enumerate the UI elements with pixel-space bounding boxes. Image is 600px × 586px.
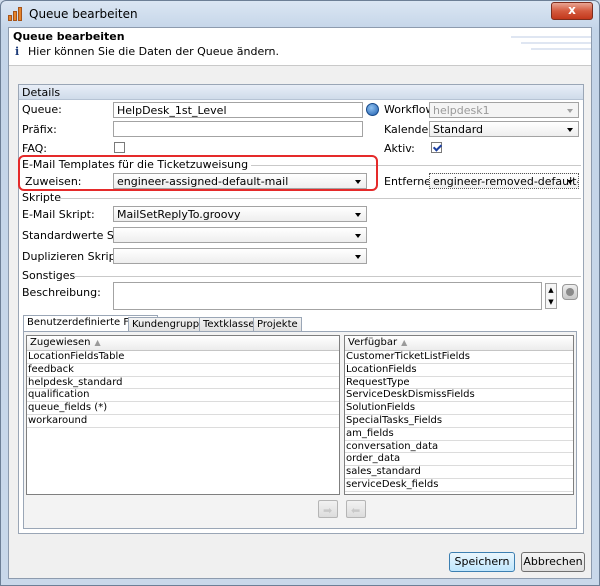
list-item[interactable]: SpecialTasks_Fields (345, 415, 573, 428)
list-item[interactable]: am_fields (345, 428, 573, 441)
faq-label: FAQ: (22, 142, 48, 155)
sort-arrow-icon: ▲ (401, 338, 408, 347)
description-label: Beschreibung: (22, 286, 101, 299)
empty-row (27, 428, 339, 441)
scripts-title: Skripte (22, 191, 61, 204)
details-title: Details (22, 86, 61, 99)
description-textarea[interactable] (113, 282, 542, 310)
empty-row (27, 453, 339, 466)
scroll-up-icon[interactable]: ▲ (546, 284, 556, 296)
separator (74, 276, 581, 277)
email-script-select[interactable]: MailSetReplyTo.groovy (113, 206, 367, 222)
close-button[interactable]: x (551, 2, 593, 20)
chevron-down-icon (355, 234, 361, 238)
active-label: Aktiv: (384, 142, 415, 155)
arrow-left-icon: ⬅ (351, 504, 361, 517)
assign-label: Zuweisen: (25, 175, 82, 188)
tab-projects[interactable]: Projekte (253, 317, 302, 332)
list-item[interactable]: queue_fields (*) (27, 402, 339, 415)
assigned-list[interactable]: Zugewiesen ▲ LocationFieldsTable feedback h… (26, 335, 340, 495)
remove-template-select[interactable]: engineer-removed-default-mail (429, 173, 579, 189)
header-decoration (521, 42, 591, 44)
description-edit-button[interactable] (562, 284, 578, 300)
list-item[interactable]: serviceDesk_fields (345, 479, 573, 492)
empty-row (27, 479, 339, 492)
list-item[interactable]: CustomerTicketListFields (345, 351, 573, 364)
list-item[interactable]: order_data (345, 453, 573, 467)
chevron-down-icon (355, 255, 361, 259)
prefix-input[interactable] (113, 121, 363, 137)
queue-label: Queue: (22, 103, 62, 116)
title-bar[interactable]: Queue bearbeiten x (1, 1, 599, 27)
calendar-select[interactable]: Standard (429, 121, 579, 137)
sort-arrow-icon: ▲ (94, 338, 101, 347)
details-header: Details (19, 85, 583, 100)
list-item[interactable]: sales_standard (345, 466, 573, 479)
dialog-body: Queue bearbeiten i Hier können Sie die D… (8, 27, 592, 579)
cancel-button[interactable]: Abbrechen (521, 552, 585, 572)
list-item[interactable]: conversation_data (345, 441, 573, 454)
list-item[interactable]: feedback (27, 364, 339, 377)
globe-icon[interactable] (366, 103, 379, 116)
window-title: Queue bearbeiten (29, 7, 138, 21)
arrow-right-icon: ➡ (323, 504, 333, 517)
scroll-down-icon[interactable]: ▼ (546, 296, 556, 308)
info-icon: i (15, 45, 20, 58)
empty-row (27, 466, 339, 479)
list-item[interactable]: qualification (27, 389, 339, 403)
email-script-label: E-Mail Skript: (22, 208, 95, 221)
header-decoration (511, 36, 591, 38)
assign-template-select[interactable]: engineer-assigned-default-mail (113, 173, 367, 189)
chevron-down-icon (567, 109, 573, 113)
available-list-header[interactable]: Verfügbar ▲ (345, 336, 573, 351)
chevron-down-icon (567, 180, 573, 184)
header-title: Queue bearbeiten (13, 30, 125, 43)
header-subtitle: Hier können Sie die Daten der Queue ände… (28, 45, 280, 58)
list-item[interactable]: helpdesk_standard (27, 377, 339, 390)
app-icon (8, 7, 24, 21)
list-item[interactable]: RequestType (345, 377, 573, 390)
list-item[interactable]: ServiceDeskDismissFields (345, 389, 573, 403)
chevron-down-icon (567, 128, 573, 132)
details-panel: Details Queue: HelpDesk_1st_Level Workfl… (18, 84, 584, 534)
misc-title: Sonstiges (22, 269, 76, 282)
list-item[interactable]: LocationFields (345, 364, 573, 377)
list-item[interactable]: workaround (27, 415, 339, 428)
separator (57, 198, 581, 199)
empty-row (27, 441, 339, 454)
move-right-button[interactable]: ➡ (318, 500, 338, 518)
prefix-label: Präfix: (22, 123, 57, 136)
chevron-down-icon (355, 180, 361, 184)
dialog-header: Queue bearbeiten i Hier können Sie die D… (9, 28, 591, 66)
defaults-script-select[interactable] (113, 227, 367, 243)
list-item[interactable]: LocationFieldsTable (27, 351, 339, 364)
description-scroll[interactable]: ▲ ▼ (545, 283, 557, 309)
chevron-down-icon (355, 213, 361, 217)
workflow-select: helpdesk1 (429, 102, 579, 118)
faq-checkbox[interactable] (114, 142, 125, 153)
header-decoration (531, 48, 591, 50)
custom-fields-panel: Zugewiesen ▲ LocationFieldsTable feedback h… (23, 331, 577, 529)
queue-input[interactable]: HelpDesk_1st_Level (113, 102, 363, 118)
dialog-window: Queue bearbeiten x Queue bearbeiten i Hi… (0, 0, 600, 586)
assigned-list-header[interactable]: Zugewiesen ▲ (27, 336, 339, 351)
active-checkbox[interactable] (431, 142, 442, 153)
move-left-button[interactable]: ⬅ (346, 500, 366, 518)
list-item[interactable]: SolutionFields (345, 402, 573, 415)
save-button[interactable]: Speichern (449, 552, 515, 572)
duplicate-script-select[interactable] (113, 248, 367, 264)
available-list[interactable]: Verfügbar ▲ CustomerTicketListFields Locat… (344, 335, 574, 495)
duplicate-script-label: Duplizieren Skript: (22, 250, 124, 263)
